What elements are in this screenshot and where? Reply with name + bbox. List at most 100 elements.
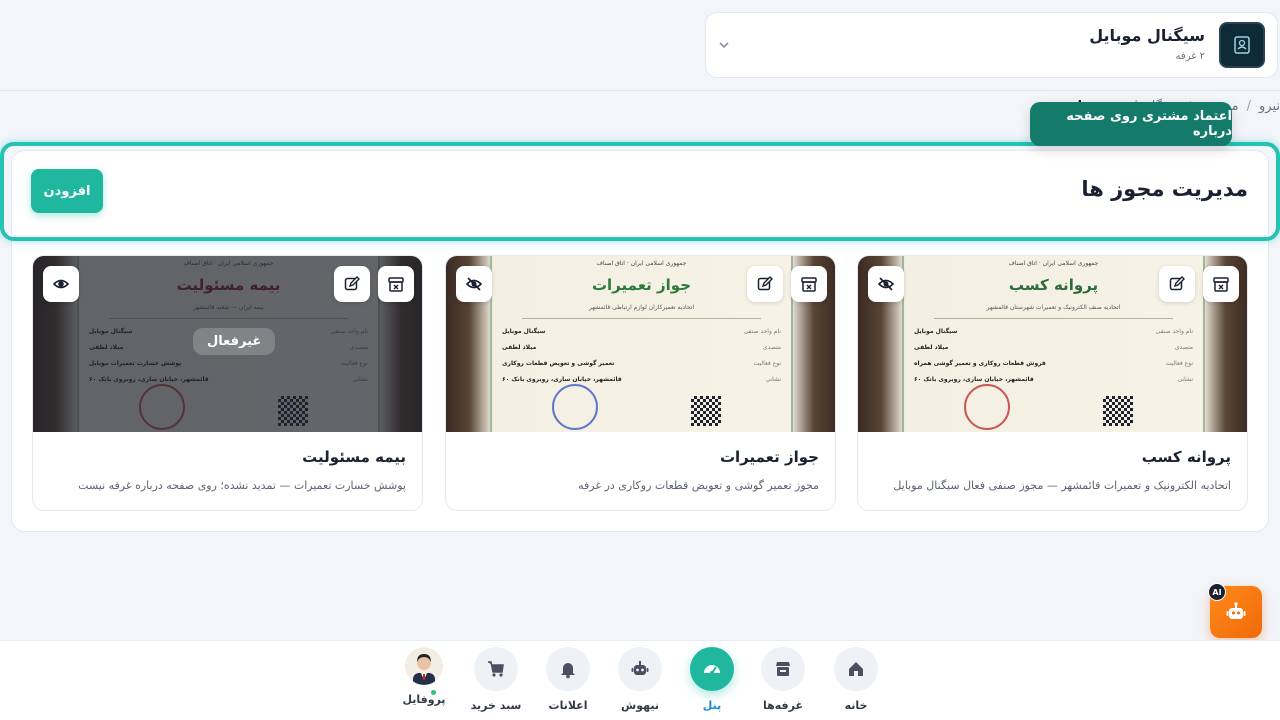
certificate-row-label: نوع فعالیت <box>1165 360 1193 367</box>
edit-button[interactable] <box>747 266 783 302</box>
license-card[interactable]: جمهوری اسلامی ایران · اتاق اصناف پروانه … <box>857 255 1248 511</box>
bottom-navigation: خانه غرفه‌ها پنل نیهوش اعلانات سبد خرید <box>0 640 1280 720</box>
nav-icon-wrapper <box>618 647 662 691</box>
license-card[interactable]: جمهوری اسلامی ایران · اتاق اصناف جواز تع… <box>445 255 836 511</box>
online-status-dot <box>430 689 437 696</box>
certificate-header: جمهوری اسلامی ایران · اتاق اصناف <box>1008 260 1099 267</box>
nav-item-label: پروفایل <box>402 693 446 706</box>
certificate-row: متصدی میلاد لطفی <box>502 344 781 351</box>
nav-icon-wrapper <box>546 647 590 691</box>
edit-icon <box>1168 275 1186 293</box>
nav-item-robot[interactable]: نیهوش <box>610 647 670 712</box>
ai-badge: AI <box>1208 583 1226 601</box>
cart-icon <box>486 659 506 679</box>
toggle-visibility-button[interactable] <box>868 266 904 302</box>
panel-divider <box>12 235 1268 236</box>
nav-item-store[interactable]: غرفه‌ها <box>753 647 813 712</box>
archive-button[interactable] <box>791 266 827 302</box>
breadcrumb-item-root[interactable]: نیرو <box>1259 99 1280 114</box>
nav-item-avatar[interactable]: پروفایل <box>394 647 454 706</box>
license-description: مجوز تعمیر گوشی و تعویض قطعات روکاری در … <box>578 479 819 492</box>
eye-icon <box>52 275 70 293</box>
license-title: پروانه کسب <box>1141 448 1231 466</box>
qr-code <box>691 396 721 426</box>
certificate-row: متصدی میلاد لطفی <box>914 344 1193 351</box>
archive-icon <box>387 275 405 293</box>
store-logo-icon <box>1234 36 1250 54</box>
certificate-row-label: نوع فعالیت <box>753 360 781 367</box>
inactive-badge: غیرفعال <box>193 328 276 355</box>
nav-item-dashboard[interactable]: پنل <box>682 647 742 712</box>
toggle-visibility-button[interactable] <box>43 266 79 302</box>
top-divider <box>0 90 1280 91</box>
certificate-subtitle: اتحادیه صنف الکترونیک و تعمیرات شهرستان … <box>986 304 1121 311</box>
archive-icon <box>800 275 818 293</box>
robot-icon <box>1226 602 1246 619</box>
edit-button[interactable] <box>334 266 370 302</box>
certificate-row: نوع فعالیت فروش قطعات روکاری و تعمیر گوش… <box>914 360 1193 367</box>
stamp-seal <box>964 384 1010 430</box>
certificate-row-value: فروش قطعات روکاری و تعمیر گوشی همراه <box>914 360 1046 367</box>
store-logo <box>1219 22 1265 68</box>
certificate-divider <box>934 318 1173 319</box>
certificate-row: نام واحد صنفی سیگنال موبایل <box>502 328 781 335</box>
certificate-divider <box>522 318 761 319</box>
nav-icon-wrapper <box>761 647 805 691</box>
certificate-row: نوع فعالیت تعمیر گوشی و تعویض قطعات روکا… <box>502 360 781 367</box>
avatar <box>405 647 443 685</box>
page-title: مدیریت مجوز ها <box>1081 177 1248 201</box>
certificate-row-value: میلاد لطفی <box>502 344 537 351</box>
store-room-count: ۲ غرفه <box>1175 51 1205 62</box>
robot-icon <box>630 659 650 679</box>
archive-button[interactable] <box>1203 266 1239 302</box>
certificate-row-value: سیگنال موبایل <box>914 328 958 335</box>
certificate-row-label: متصدی <box>1174 344 1193 351</box>
nav-icon-wrapper <box>834 647 878 691</box>
certificate-row-value: تعمیر گوشی و تعویض قطعات روکاری <box>502 360 615 367</box>
certificate-row-value: قائمشهر، خیابان ساری، روبروی بانک ۶۰ <box>914 376 1034 383</box>
license-card[interactable]: جمهوری اسلامی ایران · اتاق اصناف بیمه مس… <box>32 255 423 511</box>
nav-item-label: خانه <box>844 699 868 712</box>
certificate-subtitle: اتحادیه تعمیرکاران لوازم ارتباطی قائمشهر <box>588 304 695 311</box>
archive-icon <box>1212 275 1230 293</box>
toggle-visibility-button[interactable] <box>456 266 492 302</box>
qr-code <box>1103 396 1133 426</box>
archive-button[interactable] <box>378 266 414 302</box>
license-description: اتحادیه الکترونیک و تعمیرات قائمشهر — مج… <box>893 479 1231 492</box>
store-selector[interactable]: سیگنال موبایل ۲ غرفه <box>705 12 1278 78</box>
certificate-row: نشانی قائمشهر، خیابان ساری، روبروی بانک … <box>914 376 1193 383</box>
nav-item-label: پنل <box>702 699 722 712</box>
breadcrumb-separator: / <box>1246 98 1251 114</box>
license-title: جواز تعمیرات <box>719 448 819 466</box>
certificate-row-value: میلاد لطفی <box>914 344 949 351</box>
license-image[interactable]: جمهوری اسلامی ایران · اتاق اصناف جواز تع… <box>446 256 835 432</box>
dashboard-icon <box>701 658 723 680</box>
license-image[interactable]: جمهوری اسلامی ایران · اتاق اصناف بیمه مس… <box>33 256 422 432</box>
stamp-seal <box>552 384 598 430</box>
certificate-row-label: نام واحد صنفی <box>743 328 781 335</box>
nav-item-cart[interactable]: سبد خرید <box>466 647 526 712</box>
nav-item-label: اعلانات <box>548 699 588 712</box>
nav-item-label: نیهوش <box>621 699 659 712</box>
certificate-row-value: قائمشهر، خیابان ساری، روبروی بانک ۶۰ <box>502 376 622 383</box>
nav-item-bell[interactable]: اعلانات <box>538 647 598 712</box>
nav-item-home[interactable]: خانه <box>826 647 886 712</box>
add-license-button[interactable]: افزودن <box>31 169 103 213</box>
chevron-down-icon[interactable] <box>718 39 730 51</box>
nav-item-label: غرفه‌ها <box>763 699 803 712</box>
home-icon <box>846 659 866 679</box>
certificate-row-label: نشانی <box>1177 376 1193 383</box>
certificate-row-label: نشانی <box>765 376 781 383</box>
edit-icon <box>343 275 361 293</box>
certificate-row-label: متصدی <box>762 344 781 351</box>
store-name: سیگنال موبایل <box>1089 26 1205 45</box>
nav-item-label: سبد خرید <box>470 699 522 712</box>
certificate-row: نام واحد صنفی سیگنال موبایل <box>914 328 1193 335</box>
bell-icon <box>558 659 578 679</box>
certificate-row-value: سیگنال موبایل <box>502 328 546 335</box>
edit-button[interactable] <box>1159 266 1195 302</box>
license-image[interactable]: جمهوری اسلامی ایران · اتاق اصناف پروانه … <box>858 256 1247 432</box>
eye-off-icon <box>465 275 483 293</box>
nav-icon-wrapper <box>474 647 518 691</box>
store-icon <box>773 659 793 679</box>
